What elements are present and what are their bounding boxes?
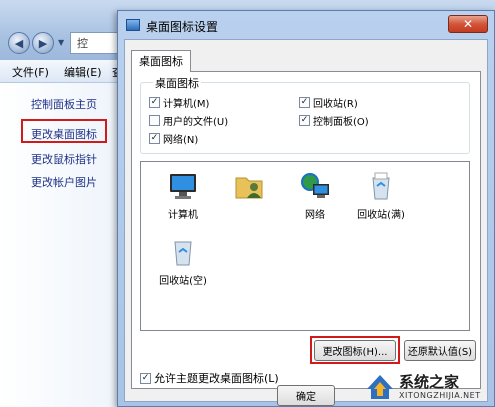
tab-desktop-icons[interactable]: 桌面图标: [131, 50, 191, 72]
icon-item-network[interactable]: 网络: [283, 170, 347, 221]
ok-button[interactable]: 确定: [277, 385, 335, 406]
watermark-title: 系统之家: [399, 372, 460, 391]
button-label: 还原默认值(S): [407, 347, 473, 358]
checkbox-label: 网络(N): [163, 135, 199, 146]
menu-edit[interactable]: 编辑(E): [64, 64, 102, 80]
address-text: 控: [77, 37, 88, 50]
checkbox-label: 用户的文件(U): [163, 117, 229, 128]
network-icon: [299, 170, 331, 202]
checkbox-label: 回收站(R): [313, 99, 358, 110]
restore-default-button[interactable]: 还原默认值(S): [404, 340, 476, 361]
checkbox-label: 控制面板(O): [313, 117, 369, 128]
desktop-icon-list: 计算机 网络 回收站(满) 回收站(空): [140, 161, 470, 331]
user-files-icon: [233, 170, 265, 202]
button-label: 确定: [296, 392, 316, 403]
icon-item-user-files[interactable]: [217, 170, 281, 206]
checkbox-box[interactable]: ✓: [140, 372, 151, 384]
desktop-icon-settings-dialog: 桌面图标设置 ✕ 桌面图标 桌面图标 ✓ 计算机(M) ✓ 回收站(R) 用户的…: [117, 10, 495, 407]
forward-button[interactable]: ▶: [32, 32, 54, 54]
checkbox-network[interactable]: ✓ 网络(N): [149, 131, 198, 146]
desktop-icons-group: 桌面图标 ✓ 计算机(M) ✓ 回收站(R) 用户的文件(U) ✓ 控制面板(O…: [140, 75, 470, 154]
close-icon: ✕: [462, 17, 474, 31]
sidebar-link-control-panel-home[interactable]: 控制面板主页: [31, 96, 97, 112]
watermark-logo-icon: [365, 371, 395, 401]
checkbox-box[interactable]: ✓: [149, 97, 160, 108]
highlight-box-change-icon: [310, 336, 400, 364]
highlight-box-sidebar: [21, 119, 107, 143]
recycle-bin-full-icon: [365, 170, 397, 202]
computer-icon: [167, 170, 199, 202]
icon-item-computer[interactable]: 计算机: [151, 170, 215, 221]
checkbox-allow-themes[interactable]: ✓ 允许主题更改桌面图标(L): [140, 370, 279, 386]
checkbox-box[interactable]: [149, 115, 160, 126]
icon-label: 回收站(空): [159, 276, 207, 287]
dialog-icon: [126, 19, 140, 31]
checkbox-box[interactable]: ✓: [299, 115, 310, 126]
checkbox-label: 计算机(M): [163, 99, 210, 110]
icon-item-recycle-bin-full[interactable]: 回收站(满): [349, 170, 413, 221]
checkbox-computer[interactable]: ✓ 计算机(M): [149, 95, 209, 110]
checkbox-label: 允许主题更改桌面图标(L): [154, 372, 279, 385]
recycle-bin-empty-icon: [167, 236, 199, 268]
checkbox-control-panel[interactable]: ✓ 控制面板(O): [299, 113, 369, 128]
tab-label: 桌面图标: [139, 55, 183, 68]
back-button[interactable]: ◀: [8, 32, 30, 54]
checkbox-recycle-bin[interactable]: ✓ 回收站(R): [299, 95, 358, 110]
watermark-url: XITONGZHIJIA.NET: [399, 390, 481, 400]
close-button[interactable]: ✕: [448, 15, 488, 33]
dialog-body: 桌面图标 桌面图标 ✓ 计算机(M) ✓ 回收站(R) 用户的文件(U) ✓ 控…: [124, 39, 488, 406]
group-label: 桌面图标: [153, 75, 201, 91]
site-watermark: 系统之家 XITONGZHIJIA.NET: [365, 365, 495, 407]
icon-label: 回收站(满): [357, 210, 405, 221]
menu-file[interactable]: 文件(F): [12, 64, 49, 80]
history-dropdown-icon[interactable]: ▼: [58, 38, 64, 47]
icon-item-recycle-bin-empty[interactable]: 回收站(空): [151, 236, 215, 287]
checkbox-box[interactable]: ✓: [299, 97, 310, 108]
sidebar-link-change-mouse-pointer[interactable]: 更改鼠标指针: [31, 151, 97, 167]
tab-panel: 桌面图标 ✓ 计算机(M) ✓ 回收站(R) 用户的文件(U) ✓ 控制面板(O…: [131, 71, 481, 389]
checkbox-user-files[interactable]: 用户的文件(U): [149, 113, 228, 128]
icon-label: 计算机: [168, 210, 198, 221]
checkbox-box[interactable]: ✓: [149, 133, 160, 144]
icon-label: 网络: [305, 210, 325, 221]
dialog-title: 桌面图标设置: [146, 20, 219, 34]
sidebar-link-change-account-picture[interactable]: 更改帐户图片: [31, 174, 97, 190]
